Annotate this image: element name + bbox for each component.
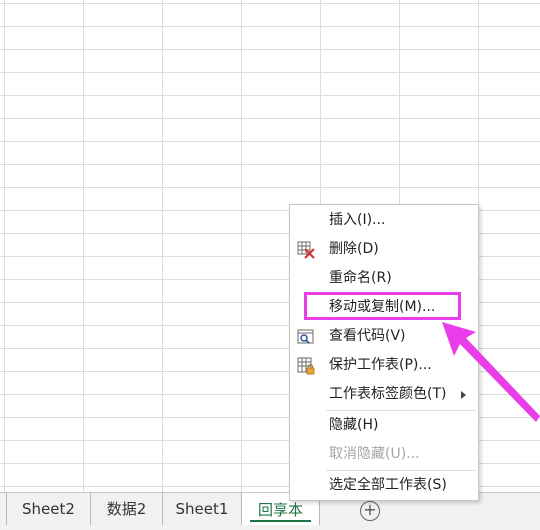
active-tab-underline <box>250 520 311 522</box>
menu-item-label: 取消隐藏(U)... <box>329 446 420 462</box>
view-code-icon <box>297 328 315 346</box>
menu-item-label: 删除(D) <box>329 241 379 257</box>
protect-sheet-icon <box>297 357 315 375</box>
sheet-tab-label: Sheet1 <box>175 500 229 518</box>
sheet-tab-label: Sheet2 <box>22 500 75 518</box>
menu-item-label: 隐藏(H) <box>329 417 379 433</box>
menu-item-label: 保护工作表(P)... <box>329 357 432 373</box>
menu-item-select-all-sheets[interactable]: 选定全部工作表(S) <box>290 471 478 500</box>
menu-item-label: 工作表标签颜色(T) <box>329 386 447 402</box>
sheet-tab-sheet2[interactable]: Sheet2 <box>7 493 91 525</box>
menu-item-label: 查看代码(V) <box>329 328 406 344</box>
sheet-tab-label: 回享本 <box>257 501 303 519</box>
menu-item-insert[interactable]: 插入(I)... <box>290 206 478 235</box>
menu-item-rename[interactable]: 重命名(R) <box>290 264 478 293</box>
delete-sheet-icon <box>297 241 315 259</box>
add-sheet-button[interactable]: + <box>360 501 380 521</box>
sheet-tab-label: 数据2 <box>106 500 147 518</box>
annotation-arrow <box>442 322 540 422</box>
plus-icon: + <box>363 500 377 519</box>
menu-item-label: 选定全部工作表(S) <box>329 477 447 493</box>
menu-item-label: 重命名(R) <box>329 270 392 286</box>
menu-item-delete[interactable]: 删除(D) <box>290 235 478 264</box>
sheet-tab-sheet1[interactable]: Sheet1 <box>163 493 242 525</box>
menu-item-unhide: 取消隐藏(U)... <box>290 440 478 469</box>
menu-item-label: 插入(I)... <box>329 212 386 228</box>
sheet-tab-data2[interactable]: 数据2 <box>91 493 163 525</box>
